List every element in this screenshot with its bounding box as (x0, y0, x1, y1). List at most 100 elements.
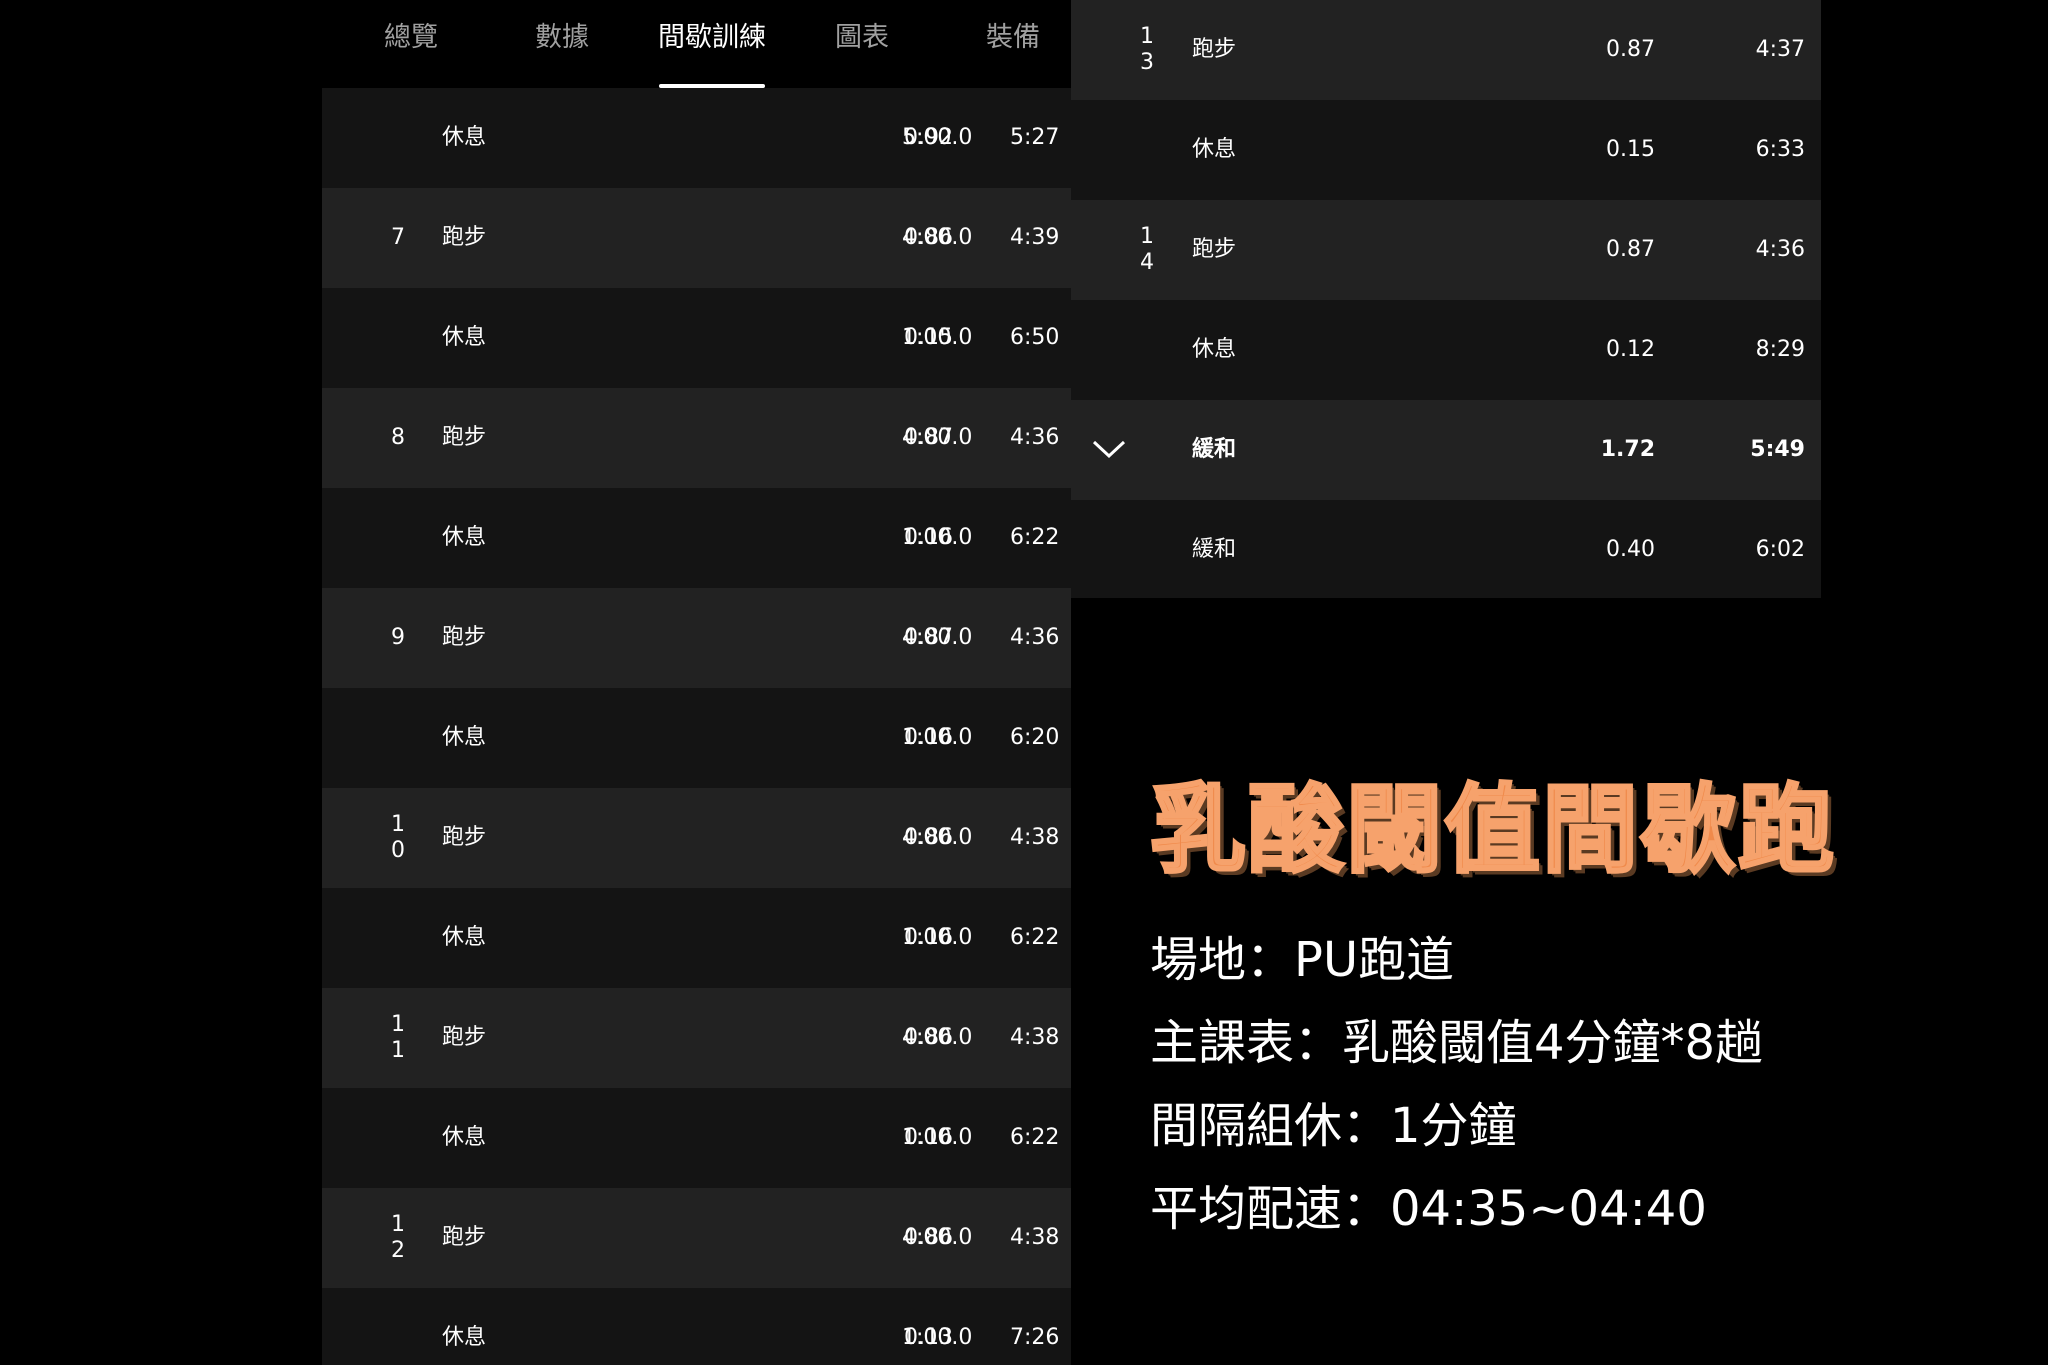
interval-row: 12 跑步 4:00.0 0.86 4:38 (322, 1188, 1071, 1288)
interval-pace: 4:36 (1010, 425, 1060, 450)
interval-pace: 4:38 (1010, 1225, 1060, 1250)
interval-distance: 0.12 (1606, 337, 1655, 362)
interval-distance: 0.16 (904, 925, 953, 950)
interval-pace: 5:49 (1750, 437, 1805, 462)
interval-number: 14 (1140, 224, 1154, 275)
interval-distance: 0.87 (1606, 37, 1655, 62)
tab-2[interactable]: 間歇訓練 (637, 0, 787, 88)
interval-distance: 0.16 (904, 725, 953, 750)
interval-distance: 0.15 (904, 325, 953, 350)
interval-pace: 6:22 (1010, 925, 1060, 950)
interval-distance: 0.13 (904, 1325, 953, 1350)
interval-number: 11 (391, 1012, 405, 1063)
interval-number: 9 (391, 625, 405, 650)
info-venue: 場地：PU跑道 (1150, 932, 1455, 988)
interval-type: 休息 (442, 525, 487, 550)
interval-type: 休息 (442, 925, 487, 950)
interval-row: 8 跑步 4:00.0 0.87 4:36 (322, 388, 1071, 488)
interval-pace: 4:36 (1755, 237, 1805, 262)
interval-number: 13 (1140, 24, 1154, 75)
interval-row: 休息 1:00.0 0.16 6:22 (322, 888, 1071, 988)
interval-type: 跑步 (442, 825, 487, 850)
interval-type: 休息 (1192, 137, 1237, 162)
interval-row: 休息 1:00.0 0.13 7:26 (322, 1288, 1071, 1365)
tab-0[interactable]: 總覽 (336, 0, 486, 88)
chevron-down-icon[interactable] (1091, 434, 1127, 464)
interval-type: 跑步 (442, 625, 487, 650)
interval-row: 10 跑步 4:00.0 0.86 4:38 (322, 788, 1071, 888)
interval-distance: 0.16 (904, 525, 953, 550)
interval-row: 13跑步4:00.00.874:37 (1071, 0, 1821, 100)
interval-distance: 0.15 (1606, 137, 1655, 162)
interval-pace: 5:27 (1010, 125, 1060, 150)
interval-pace: 4:36 (1010, 625, 1060, 650)
info-main-workout: 主課表：乳酸閾值4分鐘*8趟 (1150, 1015, 1764, 1071)
interval-type: 休息 (1192, 337, 1237, 362)
interval-distance: 0.92 (904, 125, 953, 150)
interval-table-right: 13跑步4:00.00.874:37休息1:00.00.156:3314跑步4:… (1071, 0, 1821, 598)
interval-row: 休息 1:00.0 0.15 6:50 (322, 288, 1071, 388)
interval-row: 休息 1:00.0 0.16 6:22 (322, 488, 1071, 588)
interval-type: 跑步 (1192, 37, 1237, 62)
tab-4[interactable]: 裝備 (938, 0, 1071, 88)
interval-distance: 0.86 (904, 1025, 953, 1050)
interval-pace: 6:02 (1755, 537, 1805, 562)
interval-row[interactable]: 緩和10:00.01.725:49 (1071, 400, 1821, 500)
interval-row: 休息1:00.00.156:33 (1071, 100, 1821, 200)
tab-3[interactable]: 圖表 (787, 0, 937, 88)
interval-table-left: 總覽 數據 間歇訓練 圖表 裝備 休息 5:00.0 0.92 5:27 7 跑步 4:00.0 0.… (322, 0, 1071, 1365)
interval-type: 跑步 (442, 1225, 487, 1250)
interval-type: 休息 (442, 1125, 487, 1150)
interval-row: 9 跑步 4:00.0 0.87 4:36 (322, 588, 1071, 688)
interval-distance: 1.72 (1600, 437, 1655, 462)
page-title: 乳酸閾值間歇跑 (1149, 773, 1836, 888)
tab-bar: 總覽 數據 間歇訓練 圖表 裝備 (322, 0, 1071, 88)
interval-type: 跑步 (1192, 237, 1237, 262)
interval-number: 8 (391, 425, 405, 450)
interval-distance: 0.87 (904, 625, 953, 650)
interval-distance: 0.16 (904, 1125, 953, 1150)
info-rest: 間隔組休：1分鐘 (1150, 1098, 1517, 1154)
interval-row: 7 跑步 4:00.0 0.86 4:39 (322, 188, 1071, 288)
interval-pace: 6:33 (1755, 137, 1805, 162)
interval-row: 14跑步4:00.00.874:36 (1071, 200, 1821, 300)
interval-row: 緩和2:25.90.406:02 (1071, 500, 1821, 598)
interval-pace: 7:26 (1010, 1325, 1060, 1350)
interval-type: 休息 (442, 325, 487, 350)
interval-distance: 0.86 (904, 225, 953, 250)
interval-number: 10 (391, 812, 405, 863)
interval-pace: 4:39 (1010, 225, 1060, 250)
tab-1[interactable]: 數據 (487, 0, 637, 88)
interval-pace: 6:20 (1010, 725, 1060, 750)
interval-pace: 6:22 (1010, 1125, 1060, 1150)
interval-list-right: 13跑步4:00.00.874:37休息1:00.00.156:3314跑步4:… (1071, 0, 1821, 598)
interval-pace: 4:38 (1010, 1025, 1060, 1050)
interval-pace: 4:38 (1010, 825, 1060, 850)
interval-row: 休息 1:00.0 0.16 6:22 (322, 1088, 1071, 1188)
interval-pace: 6:50 (1010, 325, 1060, 350)
interval-row: 11 跑步 4:00.0 0.86 4:38 (322, 988, 1071, 1088)
interval-distance: 0.86 (904, 825, 953, 850)
interval-pace: 6:22 (1010, 525, 1060, 550)
interval-type: 休息 (442, 125, 487, 150)
interval-distance: 0.87 (1606, 237, 1655, 262)
interval-type: 休息 (442, 1325, 487, 1350)
interval-pace: 4:37 (1755, 37, 1805, 62)
interval-row: 休息1:00.00.128:29 (1071, 300, 1821, 400)
interval-list-left: 休息 5:00.0 0.92 5:27 7 跑步 4:00.0 0.86 4:39 休息 1:00.… (322, 88, 1071, 1365)
interval-distance: 0.86 (904, 1225, 953, 1250)
interval-type: 休息 (442, 725, 487, 750)
interval-type: 緩和 (1192, 437, 1237, 462)
interval-row: 休息 1:00.0 0.16 6:20 (322, 688, 1071, 788)
interval-row: 休息 5:00.0 0.92 5:27 (322, 88, 1071, 188)
interval-type: 跑步 (442, 425, 487, 450)
info-avg-pace: 平均配速：04:35~04:40 (1150, 1181, 1707, 1237)
interval-type: 跑步 (442, 225, 487, 250)
interval-number: 12 (391, 1212, 405, 1263)
interval-type: 跑步 (442, 1025, 487, 1050)
interval-number: 7 (391, 225, 405, 250)
interval-pace: 8:29 (1755, 337, 1805, 362)
interval-type: 緩和 (1192, 537, 1237, 562)
interval-distance: 0.40 (1606, 537, 1655, 562)
interval-distance: 0.87 (904, 425, 953, 450)
